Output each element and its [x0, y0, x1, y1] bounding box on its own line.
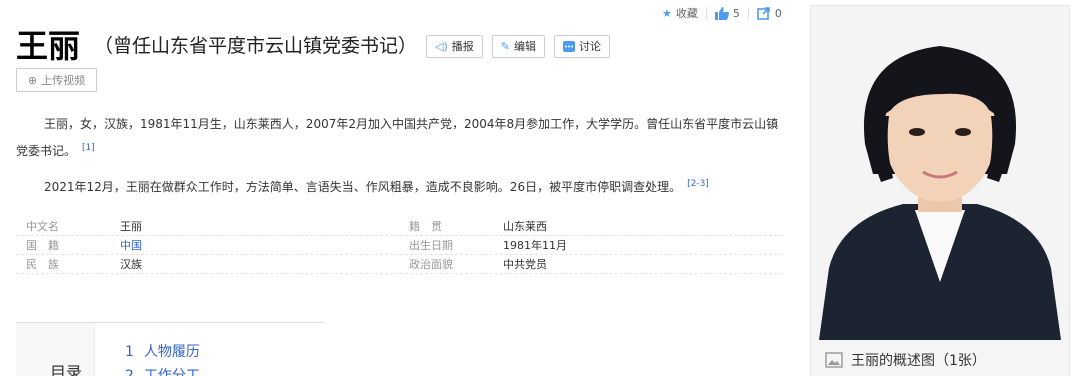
info-value-link[interactable]: 中国 — [120, 237, 142, 253]
plus-circle-icon: ⊕ — [27, 73, 38, 87]
reference-link[interactable]: [1] — [82, 143, 95, 153]
page-title: 王丽 — [16, 27, 81, 65]
speaker-icon: ◁) — [435, 39, 448, 53]
share-icon — [757, 6, 770, 20]
catalog-title: 目录 — [50, 363, 83, 376]
info-value: 汉族 — [120, 258, 142, 271]
top-actions: ★ 收藏 5 0 — [662, 5, 782, 21]
collect-label: 收藏 — [675, 7, 698, 20]
info-key: 籍 贯 — [409, 220, 442, 233]
divider — [747, 7, 749, 19]
thumbs-up-icon — [714, 6, 729, 20]
info-key: 中文名 — [26, 220, 59, 233]
title-row: 王丽 （曾任山东省平度市云山镇党委书记） ◁) 播报 ✎ 编辑 讨论 — [16, 26, 611, 66]
portrait-illustration — [811, 6, 1069, 340]
edit-button[interactable]: ✎ 编辑 — [491, 34, 546, 58]
info-key: 出生日期 — [409, 239, 453, 252]
info-key: 政治面貌 — [409, 258, 453, 271]
info-value: 1981年11月 — [503, 239, 567, 252]
summary-paragraph: 王丽，女，汉族，1981年11月生，山东莱西人，2007年2月加入中国共产党，2… — [16, 112, 786, 163]
broadcast-label: 播报 — [451, 40, 474, 53]
discuss-label: 讨论 — [579, 40, 602, 53]
paragraph-text: 王丽，女，汉族，1981年11月生，山东莱西人，2007年2月加入中国共产党，2… — [16, 117, 779, 158]
share-button[interactable]: 0 — [757, 7, 782, 20]
star-icon: ★ — [662, 6, 672, 20]
portrait-photo[interactable] — [811, 6, 1069, 340]
catalog-item-number: 2 — [125, 368, 134, 376]
catalog-item[interactable]: 1 人物履历 — [125, 341, 200, 361]
like-count: 5 — [732, 6, 740, 20]
page-subtitle: （曾任山东省平度市云山镇党委书记） — [94, 35, 418, 57]
gallery-icon — [825, 352, 843, 368]
basic-info: 中文名 王丽 籍 贯 山东莱西 国 籍 中国 出生日期 1981年11月 民 族 汉族 政… — [16, 217, 782, 274]
catalog: 目录 1 人物履历 2 工作分工 — [16, 322, 324, 376]
pencil-icon: ✎ — [500, 39, 511, 53]
like-button[interactable]: 5 — [714, 6, 740, 20]
upload-video-button[interactable]: ⊕ 上传视频 — [16, 68, 97, 92]
edit-label: 编辑 — [514, 40, 537, 53]
info-value: 中共党员 — [503, 258, 547, 271]
info-row: 中文名 王丽 籍 贯 山东莱西 — [16, 217, 782, 236]
share-count: 0 — [774, 6, 782, 20]
summary-paragraph: 2021年12月，王丽在做群众工作时，方法简单、言语失当、作风粗暴，造成不良影响… — [16, 172, 786, 199]
info-value: 山东莱西 — [503, 220, 547, 233]
divider — [705, 7, 707, 19]
catalog-item[interactable]: 2 工作分工 — [125, 365, 200, 376]
catalog-item-label: 工作分工 — [143, 368, 200, 376]
discuss-button[interactable]: 讨论 — [554, 34, 611, 58]
photo-caption-text: 王丽的概述图（1张） — [851, 353, 986, 369]
summary-picture-panel: 王丽的概述图（1张） — [810, 5, 1070, 376]
upload-video-label: 上传视频 — [41, 74, 86, 87]
info-value: 王丽 — [120, 220, 142, 233]
catalog-item-number: 1 — [125, 344, 134, 360]
collect-button[interactable]: ★ 收藏 — [662, 5, 698, 21]
paragraph-text: 2021年12月，王丽在做群众工作时，方法简单、言语失当、作风粗暴，造成不良影响… — [44, 180, 682, 194]
reference-link[interactable]: [2-3] — [687, 179, 709, 189]
info-key: 民 族 — [26, 258, 59, 271]
info-row: 国 籍 中国 出生日期 1981年11月 — [16, 236, 782, 255]
photo-caption[interactable]: 王丽的概述图（1张） — [811, 340, 1069, 376]
broadcast-button[interactable]: ◁) 播报 — [426, 34, 483, 58]
chat-icon — [563, 40, 576, 52]
info-row: 民 族 汉族 政治面貌 中共党员 — [16, 255, 782, 274]
info-key: 国 籍 — [26, 239, 59, 252]
catalog-item-label: 人物履历 — [143, 344, 200, 360]
